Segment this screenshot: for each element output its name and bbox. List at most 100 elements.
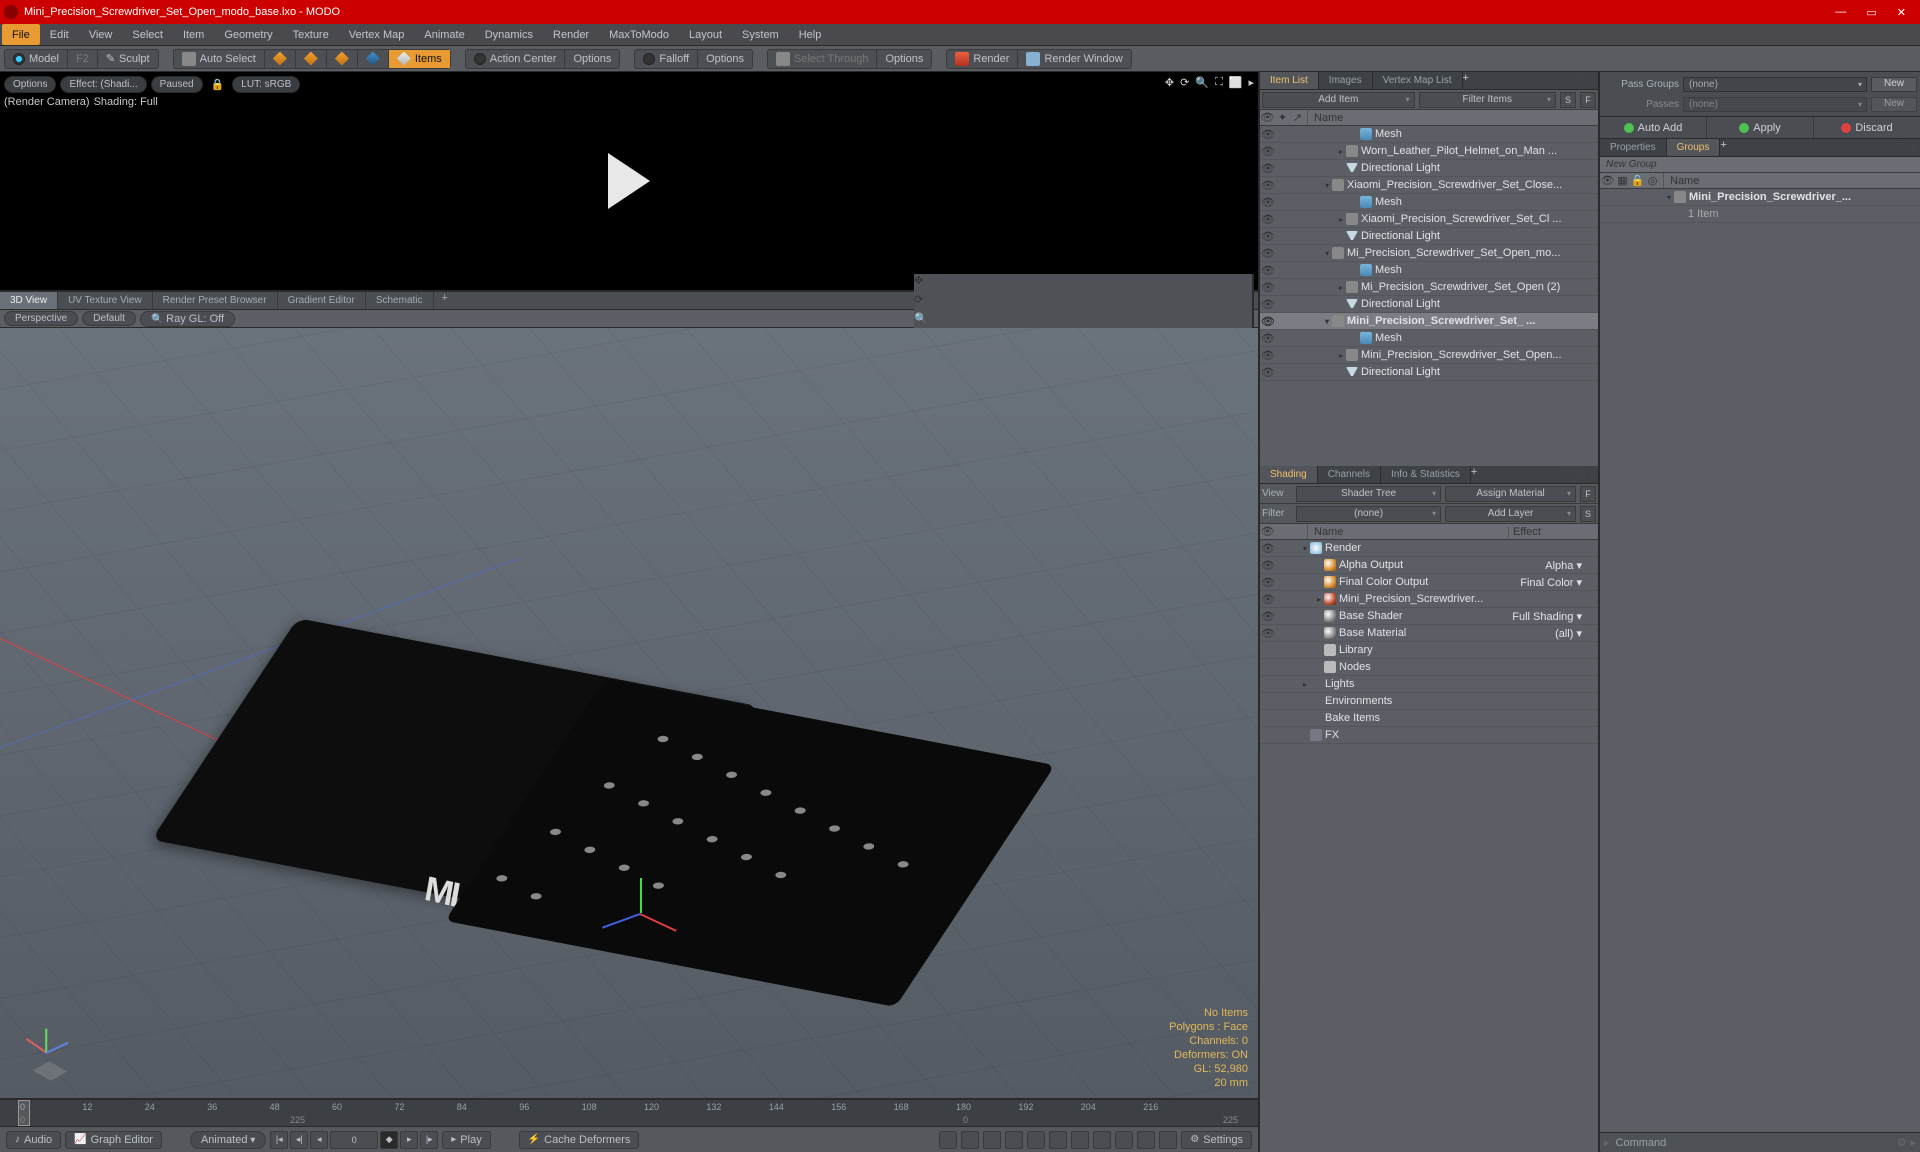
solo-column-icon[interactable]: ✦ [1275, 111, 1290, 124]
eye-icon[interactable]: 👁 [1260, 627, 1276, 640]
shader-row[interactable]: 👁 ▾ Render [1260, 540, 1598, 557]
shad-name-col[interactable]: Name [1308, 526, 1508, 538]
additem-dropdown[interactable]: Add Item [1262, 92, 1415, 108]
shader-row[interactable]: FX [1260, 727, 1598, 744]
tool-8[interactable] [1093, 1131, 1111, 1149]
settings-button[interactable]: ⚙ Settings [1181, 1131, 1252, 1149]
mode-edges[interactable] [296, 50, 327, 68]
link-column-icon[interactable]: ↗ [1290, 111, 1305, 124]
eye-icon[interactable]: 👁 [1260, 247, 1276, 260]
add-tab-button[interactable]: + [1463, 72, 1469, 89]
menu-item[interactable]: Item [173, 24, 214, 45]
group-row[interactable]: ▾ Mini_Precision_Screwdriver_... [1600, 189, 1920, 206]
discard-button[interactable]: Discard [1814, 117, 1920, 138]
item-row[interactable]: 👁 Directional Light [1260, 364, 1598, 381]
shader-row[interactable]: Environments [1260, 693, 1598, 710]
search-s-button[interactable]: S [1580, 506, 1596, 522]
expand-icon[interactable]: ⛶ [1215, 76, 1223, 89]
shading-dropdown[interactable]: Default [82, 311, 136, 326]
tool-2[interactable] [961, 1131, 979, 1149]
3d-viewport[interactable]: MI No Items Polygons : Face Channels: 0 [0, 328, 1258, 1098]
mode-vertices[interactable] [265, 50, 296, 68]
selectthrough-options[interactable]: Options [877, 50, 931, 68]
menu-animate[interactable]: Animate [414, 24, 474, 45]
eye-icon[interactable]: 👁 [1260, 128, 1276, 141]
tool-3[interactable] [983, 1131, 1001, 1149]
passgroups-new-button[interactable]: New [1871, 77, 1917, 92]
tool-7[interactable] [1071, 1131, 1089, 1149]
render-camera-dropdown[interactable]: (Render Camera) [4, 96, 90, 108]
render-lut-dropdown[interactable]: LUT: sRGB [232, 76, 300, 93]
animated-dropdown[interactable]: Animated ▾ [190, 1131, 266, 1149]
perspective-dropdown[interactable]: Perspective [4, 311, 78, 326]
item-row[interactable]: 👁 Directional Light [1260, 296, 1598, 313]
render-effect-dropdown[interactable]: Effect: (Shadi... [60, 76, 146, 93]
mode-materials[interactable] [358, 50, 389, 68]
tab-properties[interactable]: Properties [1600, 139, 1667, 156]
add-gtab-button[interactable]: + [1720, 139, 1726, 156]
eye-icon[interactable]: 👁 [1260, 593, 1276, 606]
timeline[interactable]: 0122436486072849610812013214415616818019… [0, 1098, 1258, 1126]
shader-row[interactable]: 👁 Alpha OutputAlpha ▾ [1260, 557, 1598, 574]
item-row[interactable]: 👁 Mesh [1260, 330, 1598, 347]
goto-start-button[interactable]: |◂ [270, 1131, 288, 1149]
tab-info[interactable]: Info & Statistics [1381, 466, 1471, 483]
prev-key-button[interactable]: ◂| [290, 1131, 308, 1149]
g-obj-icon[interactable]: ▦ [1615, 174, 1630, 187]
eye-icon[interactable]: 👁 [1260, 230, 1276, 243]
menu-texture[interactable]: Texture [283, 24, 339, 45]
filteritems-dropdown[interactable]: Filter Items [1419, 92, 1556, 108]
tab-channels[interactable]: Channels [1318, 466, 1381, 483]
undock-icon[interactable]: ◱ [1562, 73, 1572, 86]
add-vptab-button[interactable]: + [434, 292, 456, 309]
render-shading-dropdown[interactable]: Shading: Full [94, 96, 158, 108]
eye-icon[interactable]: 👁 [1260, 145, 1276, 158]
vptab-schematic[interactable]: Schematic [366, 292, 434, 309]
fullscreen-icon[interactable]: ⬜ [1229, 76, 1243, 89]
passes-new-button[interactable]: New [1871, 97, 1917, 112]
menu-layout[interactable]: Layout [679, 24, 732, 45]
rotate-icon[interactable]: ⟳ [1180, 76, 1189, 89]
item-row[interactable]: 👁 ▸ Mi_Precision_Screwdriver_Set_Open (2… [1260, 279, 1598, 296]
next-key-button[interactable]: |▸ [420, 1131, 438, 1149]
tool-9[interactable] [1115, 1131, 1133, 1149]
eye-icon[interactable]: 👁 [1260, 213, 1276, 226]
item-row[interactable]: 👁 Mesh [1260, 126, 1598, 143]
keyframe-button[interactable]: ◆ [380, 1131, 398, 1149]
tool-4[interactable] [1005, 1131, 1023, 1149]
eye-icon[interactable]: 👁 [1260, 332, 1276, 345]
eye-icon[interactable]: 👁 [1260, 559, 1276, 572]
tab-groups[interactable]: Groups [1667, 139, 1721, 156]
eye-icon[interactable]: 👁 [1260, 281, 1276, 294]
item-row[interactable]: 👁 Directional Light [1260, 160, 1598, 177]
minimize-button[interactable]: — [1835, 6, 1846, 19]
falloff-options[interactable]: Options [698, 50, 752, 68]
groups-tree[interactable]: ▾ Mini_Precision_Screwdriver_... 1 Item [1600, 189, 1920, 1132]
tool-5[interactable] [1027, 1131, 1045, 1149]
item-row[interactable]: 👁 ▸ Xiaomi_Precision_Screwdriver_Set_Cl … [1260, 211, 1598, 228]
orientation-widget[interactable] [18, 1024, 74, 1080]
menu-render[interactable]: Render [543, 24, 599, 45]
eye-icon[interactable]: 👁 [1260, 349, 1276, 362]
eye-icon[interactable]: 👁 [1260, 366, 1276, 379]
raygl-dropdown[interactable]: 🔍 Ray GL: Off [140, 311, 235, 327]
g-lock-icon[interactable]: 🔒 [1630, 174, 1645, 187]
eye-column-icon[interactable]: 👁 [1260, 111, 1275, 124]
item-row[interactable]: 👁 Mesh [1260, 194, 1598, 211]
close-panel-icon[interactable]: ▸ [1590, 73, 1596, 86]
close-panel-icon[interactable]: ▸ [1590, 467, 1596, 480]
shader-row[interactable]: Bake Items [1260, 710, 1598, 727]
menu-help[interactable]: Help [789, 24, 832, 45]
tab-vertex-map-list[interactable]: Vertex Map List [1373, 72, 1463, 89]
eye-col-icon[interactable]: 👁 [1260, 525, 1275, 538]
menu-file[interactable]: File [2, 24, 40, 45]
eye-icon[interactable]: 👁 [1260, 264, 1276, 277]
render-paused-button[interactable]: Paused [151, 76, 203, 93]
eye-icon[interactable]: 👁 [1260, 196, 1276, 209]
command-bar[interactable]: ▸Command ⚙▸ [1600, 1132, 1920, 1152]
g-target-icon[interactable]: ◎ [1645, 174, 1660, 187]
menu-view[interactable]: View [79, 24, 123, 45]
move-icon[interactable]: ✥ [1165, 76, 1174, 89]
undock-icon[interactable]: ◱ [1898, 140, 1908, 153]
gear-icon[interactable]: ⚙ [1577, 73, 1587, 86]
